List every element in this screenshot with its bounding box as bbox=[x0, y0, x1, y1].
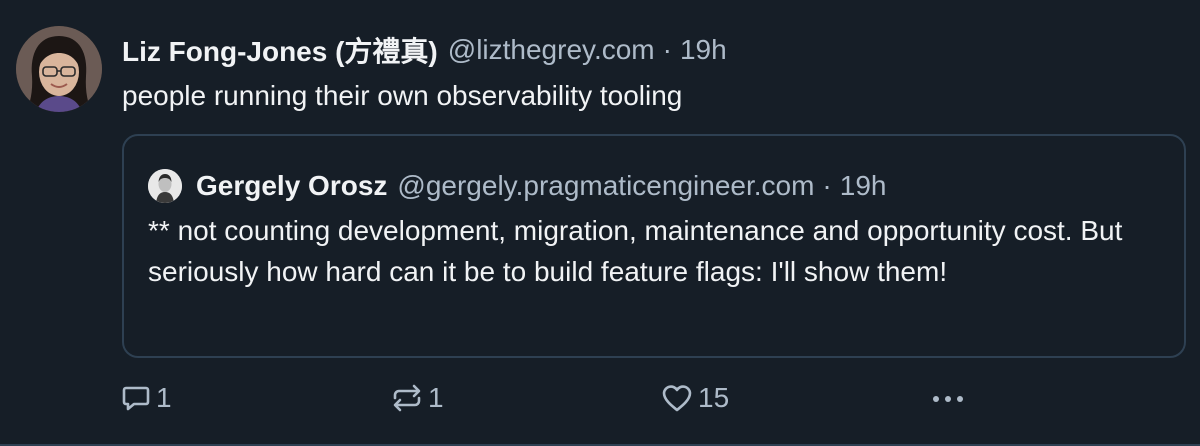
repost-count: 1 bbox=[428, 382, 444, 413]
quoted-author-name[interactable]: Gergely Orosz bbox=[196, 170, 387, 202]
like-button[interactable]: 15 bbox=[660, 378, 729, 418]
quoted-author-avatar[interactable] bbox=[148, 169, 182, 203]
post-header: Liz Fong-Jones (方禮真) @lizthegrey.com · 1… bbox=[122, 30, 727, 70]
author-avatar[interactable] bbox=[16, 26, 102, 112]
quoted-avatar-image bbox=[148, 169, 182, 203]
quoted-post-text: ** not counting development, migration, … bbox=[148, 215, 1123, 287]
quoted-author-handle[interactable]: @gergely.pragmaticengineer.com bbox=[397, 170, 814, 202]
separator-dot: · bbox=[662, 34, 672, 65]
repost-button[interactable]: 1 bbox=[390, 378, 444, 418]
post-text: people running their own observability t… bbox=[122, 80, 683, 111]
like-count: 15 bbox=[698, 382, 730, 413]
reply-button[interactable]: 1 bbox=[120, 378, 172, 418]
reply-count: 1 bbox=[156, 382, 172, 413]
author-handle[interactable]: @lizthegrey.com bbox=[448, 34, 655, 66]
quoted-post-header: Gergely Orosz @gergely.pragmaticengineer… bbox=[148, 166, 886, 206]
avatar-image bbox=[16, 26, 102, 112]
quoted-post[interactable]: Gergely Orosz @gergely.pragmaticengineer… bbox=[122, 134, 1186, 358]
separator-dot: · bbox=[822, 170, 832, 201]
author-name[interactable]: Liz Fong-Jones (方禮真) bbox=[122, 30, 438, 70]
like-icon bbox=[660, 382, 694, 414]
more-options-button[interactable] bbox=[928, 378, 968, 418]
more-icon bbox=[928, 382, 968, 414]
post-actions: 1 1 15 bbox=[120, 378, 980, 418]
post-timestamp[interactable]: 19h bbox=[680, 34, 727, 66]
reply-icon bbox=[120, 382, 152, 414]
post-card[interactable]: Liz Fong-Jones (方禮真) @lizthegrey.com · 1… bbox=[0, 0, 1200, 446]
quoted-post-timestamp[interactable]: 19h bbox=[840, 170, 887, 202]
repost-icon bbox=[390, 382, 424, 414]
